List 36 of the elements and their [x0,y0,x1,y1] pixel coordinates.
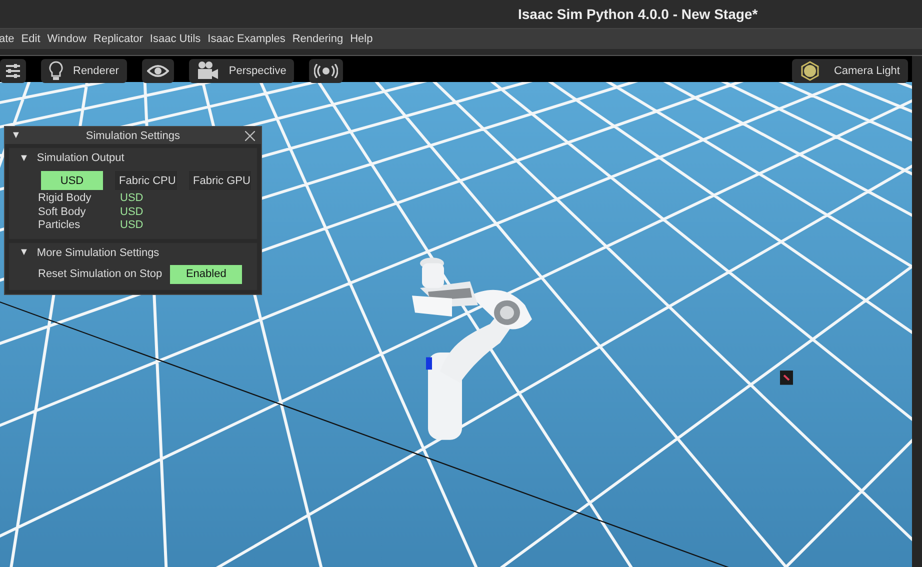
output-mode-button[interactable]: Fabric CPU [115,171,177,190]
panel-title: Simulation Settings [84,130,182,142]
row-label: Soft Body [38,206,87,219]
eye-icon[interactable] [142,59,174,83]
settings-icon[interactable] [0,59,26,83]
broadcast-icon[interactable] [309,59,344,83]
menu-item[interactable]: Replicator [93,33,143,45]
video-camera-icon [196,61,219,81]
row-value: USD [120,219,144,232]
output-mode-button[interactable]: USD [41,171,103,190]
row-label: Particles [38,219,82,232]
enabled-toggle-button[interactable]: Enabled [170,264,242,284]
marker-icon [780,370,793,385]
sun-icon [800,61,820,81]
camera-button[interactable]: Perspective [188,59,294,83]
reset-label: Reset Simulation on Stop [38,268,162,280]
section-toggle[interactable]: ▼ [19,152,29,164]
menu-item[interactable]: Help [350,33,373,45]
output-mode-button[interactable]: Fabric GPU [189,171,251,190]
row-value: USD [120,206,144,219]
renderer-button[interactable]: Renderer [41,59,127,83]
section-title: More Simulation Settings [36,246,160,258]
menu-item[interactable]: Window [47,33,86,45]
row-label: Rigid Body [38,192,92,206]
menu-item[interactable]: Rendering [292,33,344,45]
collapse-toggle[interactable]: ▼ [11,130,21,141]
row-value: USD [120,192,144,206]
lightbulb-icon [49,61,63,81]
window-title: Isaac Sim Python 4.0.0 - New Stage* [518,6,758,22]
menu-item[interactable]: Isaac Examples [208,33,286,45]
section-title: Simulation Output [36,152,124,164]
close-icon[interactable] [245,130,255,140]
camera-light-button[interactable]: Camera Light [792,59,908,83]
menu-item[interactable]: Isaac Utils [150,33,201,45]
menu-item[interactable]: Edit [21,33,40,45]
section-toggle[interactable]: ▼ [19,247,29,258]
